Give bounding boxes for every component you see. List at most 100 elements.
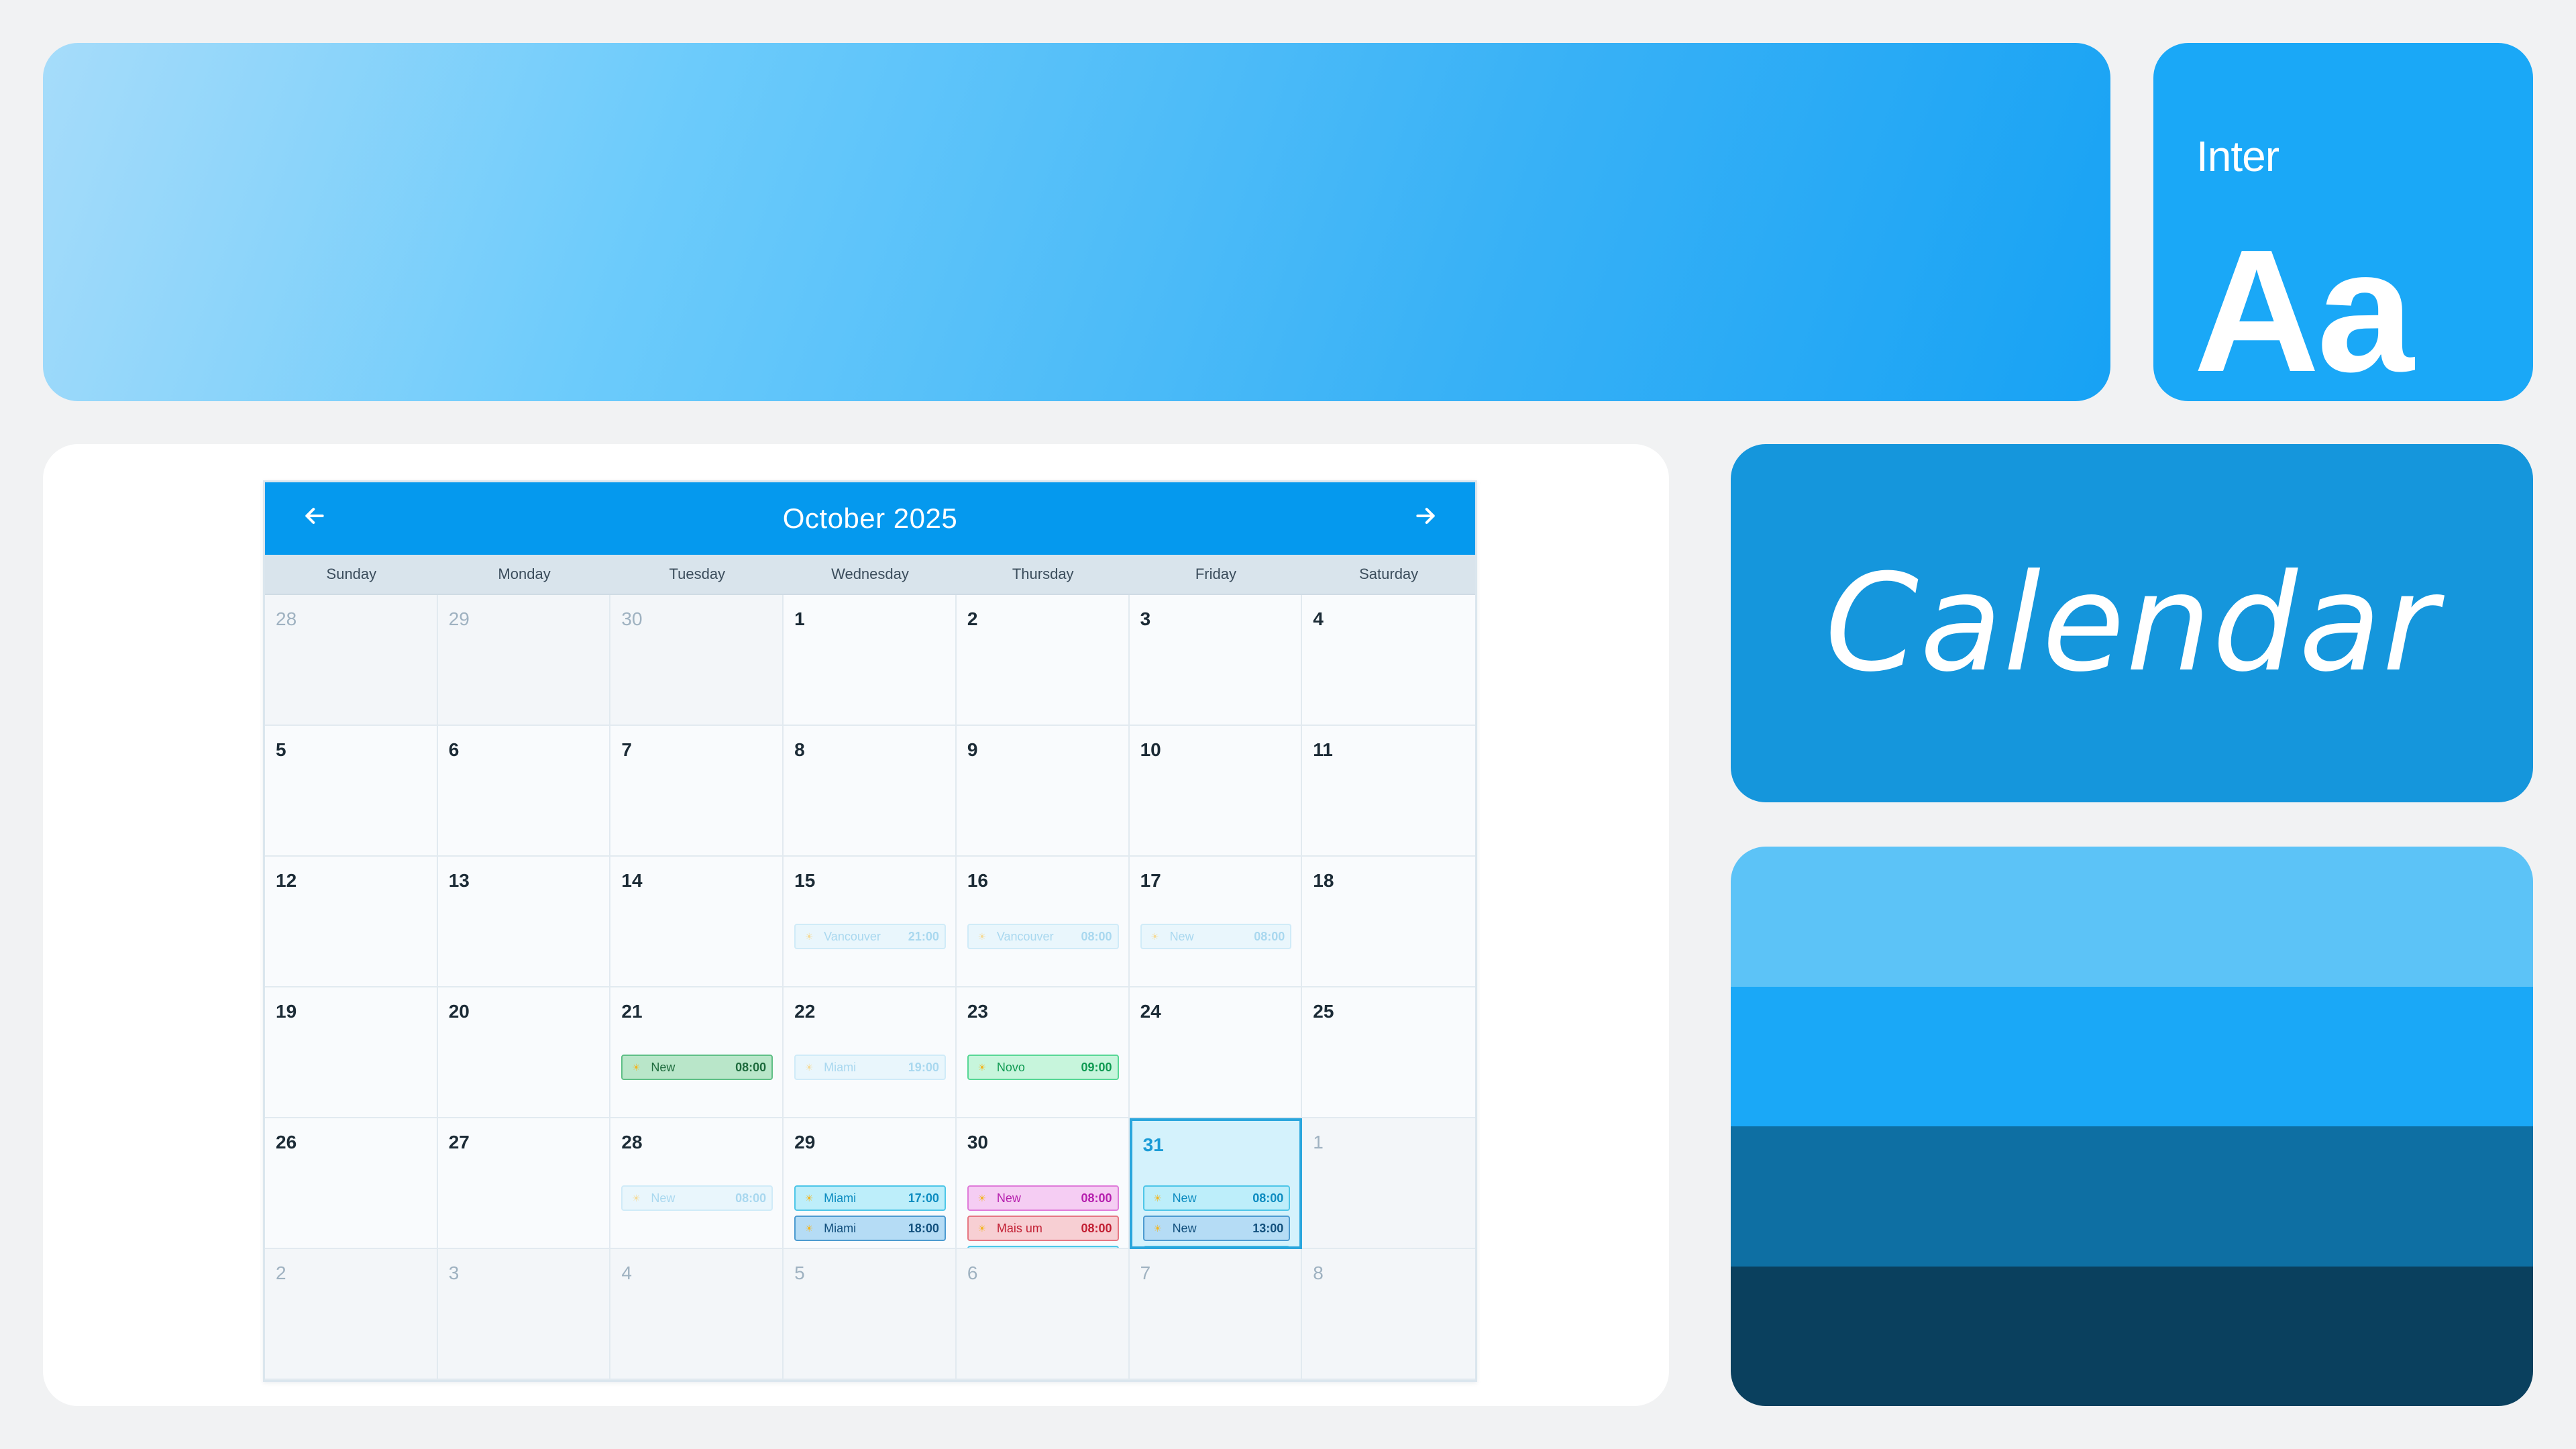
calendar-event[interactable]: ☀ Miami 17:00 — [794, 1185, 946, 1211]
day-cell[interactable]: 8 — [1302, 1249, 1475, 1380]
day-number: 19 — [276, 1001, 297, 1022]
day-cell[interactable]: 30 — [610, 595, 784, 726]
day-cell[interactable]: 22 ☀ Miami 19:00 — [784, 987, 957, 1118]
event-time: 08:00 — [1252, 1191, 1284, 1205]
day-cell[interactable]: 3 — [437, 1249, 611, 1380]
event-time: 21:00 — [908, 929, 939, 943]
calendar-header: October 2025 — [265, 482, 1475, 555]
day-cell[interactable]: 16 ☀ Vancouver 08:00 — [956, 857, 1130, 987]
day-cell[interactable]: 5 — [265, 726, 438, 857]
calendar-event[interactable]: ☀ Mais um 08:00 — [967, 1216, 1119, 1241]
day-number: 8 — [794, 739, 805, 760]
day-cell[interactable]: 4 — [1302, 595, 1475, 726]
day-cell[interactable]: 26 — [265, 1118, 438, 1249]
day-cell[interactable]: 11 — [1302, 726, 1475, 857]
day-number: 30 — [621, 608, 643, 629]
day-cell[interactable]: 7 — [1129, 1249, 1303, 1380]
event-title: Miami — [824, 1191, 857, 1205]
day-number: 3 — [1140, 608, 1151, 629]
day-cell[interactable]: 9 — [956, 726, 1130, 857]
day-cell[interactable]: 3 — [1129, 595, 1303, 726]
day-number: 8 — [1313, 1263, 1324, 1283]
event-title: New — [1169, 929, 1194, 943]
day-number: 10 — [1140, 739, 1161, 760]
day-cell[interactable]: 17 ☀ New 08:00 — [1129, 857, 1303, 987]
sun-icon: ☀ — [632, 1192, 641, 1203]
day-cell[interactable]: 28 ☀ New 08:00 — [610, 1118, 784, 1249]
day-cell[interactable]: 6 — [437, 726, 611, 857]
calendar-event[interactable]: ☀ Miami 19:00 — [794, 1055, 946, 1080]
sun-icon: ☀ — [977, 930, 987, 942]
day-cell[interactable]: 23 ☀ Novo 09:00 — [956, 987, 1130, 1118]
day-number: 30 — [967, 1132, 988, 1152]
sun-icon: ☀ — [1153, 1192, 1162, 1203]
calendar-event[interactable]: ☀ New 08:00 — [967, 1185, 1119, 1211]
calendar-event[interactable]: ☀ New 08:00 — [621, 1055, 773, 1080]
day-cell[interactable]: 13 — [437, 857, 611, 987]
weekday-label: Monday — [498, 566, 551, 582]
day-cell[interactable]: 18 — [1302, 857, 1475, 987]
weekday-label: Saturday — [1359, 566, 1419, 582]
day-cell[interactable]: 12 — [265, 857, 438, 987]
day-cell[interactable]: 25 — [1302, 987, 1475, 1118]
calendar-event[interactable]: ☀ Novo 09:00 — [967, 1055, 1119, 1080]
day-cell[interactable]: 8 — [784, 726, 957, 857]
weekday-label: Sunday — [326, 566, 377, 582]
day-cell[interactable]: 1 — [1302, 1118, 1475, 1249]
day-cell[interactable]: 10 — [1129, 726, 1303, 857]
day-number: 29 — [448, 608, 470, 629]
day-number: 26 — [276, 1132, 297, 1152]
day-cell[interactable]: 30☀New08:00☀Mais um08:00☀Outro08:00 — [956, 1118, 1130, 1249]
day-number: 16 — [967, 870, 988, 891]
day-cell-today[interactable]: 31☀New08:00☀New13:00☀New16:00 — [1129, 1118, 1303, 1249]
font-name: Inter — [2196, 132, 2279, 180]
day-number: 29 — [794, 1132, 816, 1152]
sun-icon: ☀ — [977, 1061, 987, 1073]
day-cell[interactable]: 19 — [265, 987, 438, 1118]
calendar-event[interactable]: ☀ New 08:00 — [621, 1185, 773, 1211]
event-title: New — [996, 1191, 1021, 1205]
day-cell[interactable]: 5 — [784, 1249, 957, 1380]
day-cell[interactable]: 29 — [437, 595, 611, 726]
day-number: 7 — [621, 739, 632, 760]
event-time: 08:00 — [1081, 929, 1112, 943]
sun-icon: ☀ — [1150, 930, 1159, 942]
event-title: Mais um — [996, 1221, 1042, 1235]
day-cell[interactable]: 7 — [610, 726, 784, 857]
day-cell[interactable]: 2 — [956, 595, 1130, 726]
day-cell[interactable]: 4 — [610, 1249, 784, 1380]
calendar-event[interactable]: ☀ Vancouver 08:00 — [967, 924, 1119, 949]
arrow-right-icon[interactable] — [1405, 500, 1446, 537]
calendar-event[interactable]: ☀ Miami 18:00 — [794, 1216, 946, 1241]
day-cell[interactable]: 2 — [265, 1249, 438, 1380]
day-cell[interactable]: 14 — [610, 857, 784, 987]
event-time: 08:00 — [735, 1191, 767, 1205]
day-number: 13 — [448, 870, 470, 891]
day-cell[interactable]: 28 — [265, 595, 438, 726]
event-title: Novo — [996, 1060, 1025, 1074]
event-time: 18:00 — [908, 1221, 939, 1235]
day-cell[interactable]: 21 ☀ New 08:00 — [610, 987, 784, 1118]
event-title: New — [651, 1191, 676, 1205]
sun-icon: ☀ — [804, 1061, 814, 1073]
day-number: 23 — [967, 1001, 988, 1022]
weekday-label: Thursday — [1012, 566, 1074, 582]
calendar-event[interactable]: ☀ Vancouver 21:00 — [794, 924, 946, 949]
day-cell[interactable]: 1 — [784, 595, 957, 726]
day-cell[interactable]: 29 ☀ Miami 17:00 ☀ Miami 18:00 — [784, 1118, 957, 1249]
event-time: 17:00 — [908, 1191, 939, 1205]
day-cell[interactable]: 24 — [1129, 987, 1303, 1118]
calendar-event[interactable]: ☀ New 13:00 — [1142, 1216, 1291, 1241]
calendar-event[interactable]: ☀ New 08:00 — [1142, 1185, 1291, 1211]
calendar-event[interactable]: ☀ New 08:00 — [1140, 924, 1292, 949]
day-cell[interactable]: 15 ☀ Vancouver 21:00 — [784, 857, 957, 987]
day-number: 20 — [448, 1001, 470, 1022]
day-cell[interactable]: 27 — [437, 1118, 611, 1249]
day-cell[interactable]: 6 — [956, 1249, 1130, 1380]
arrow-left-icon[interactable] — [294, 500, 335, 537]
day-number: 18 — [1313, 870, 1334, 891]
sun-icon: ☀ — [1153, 1222, 1162, 1234]
event-title: New — [1172, 1221, 1197, 1235]
day-cell[interactable]: 20 — [437, 987, 611, 1118]
day-number: 31 — [1142, 1134, 1164, 1155]
